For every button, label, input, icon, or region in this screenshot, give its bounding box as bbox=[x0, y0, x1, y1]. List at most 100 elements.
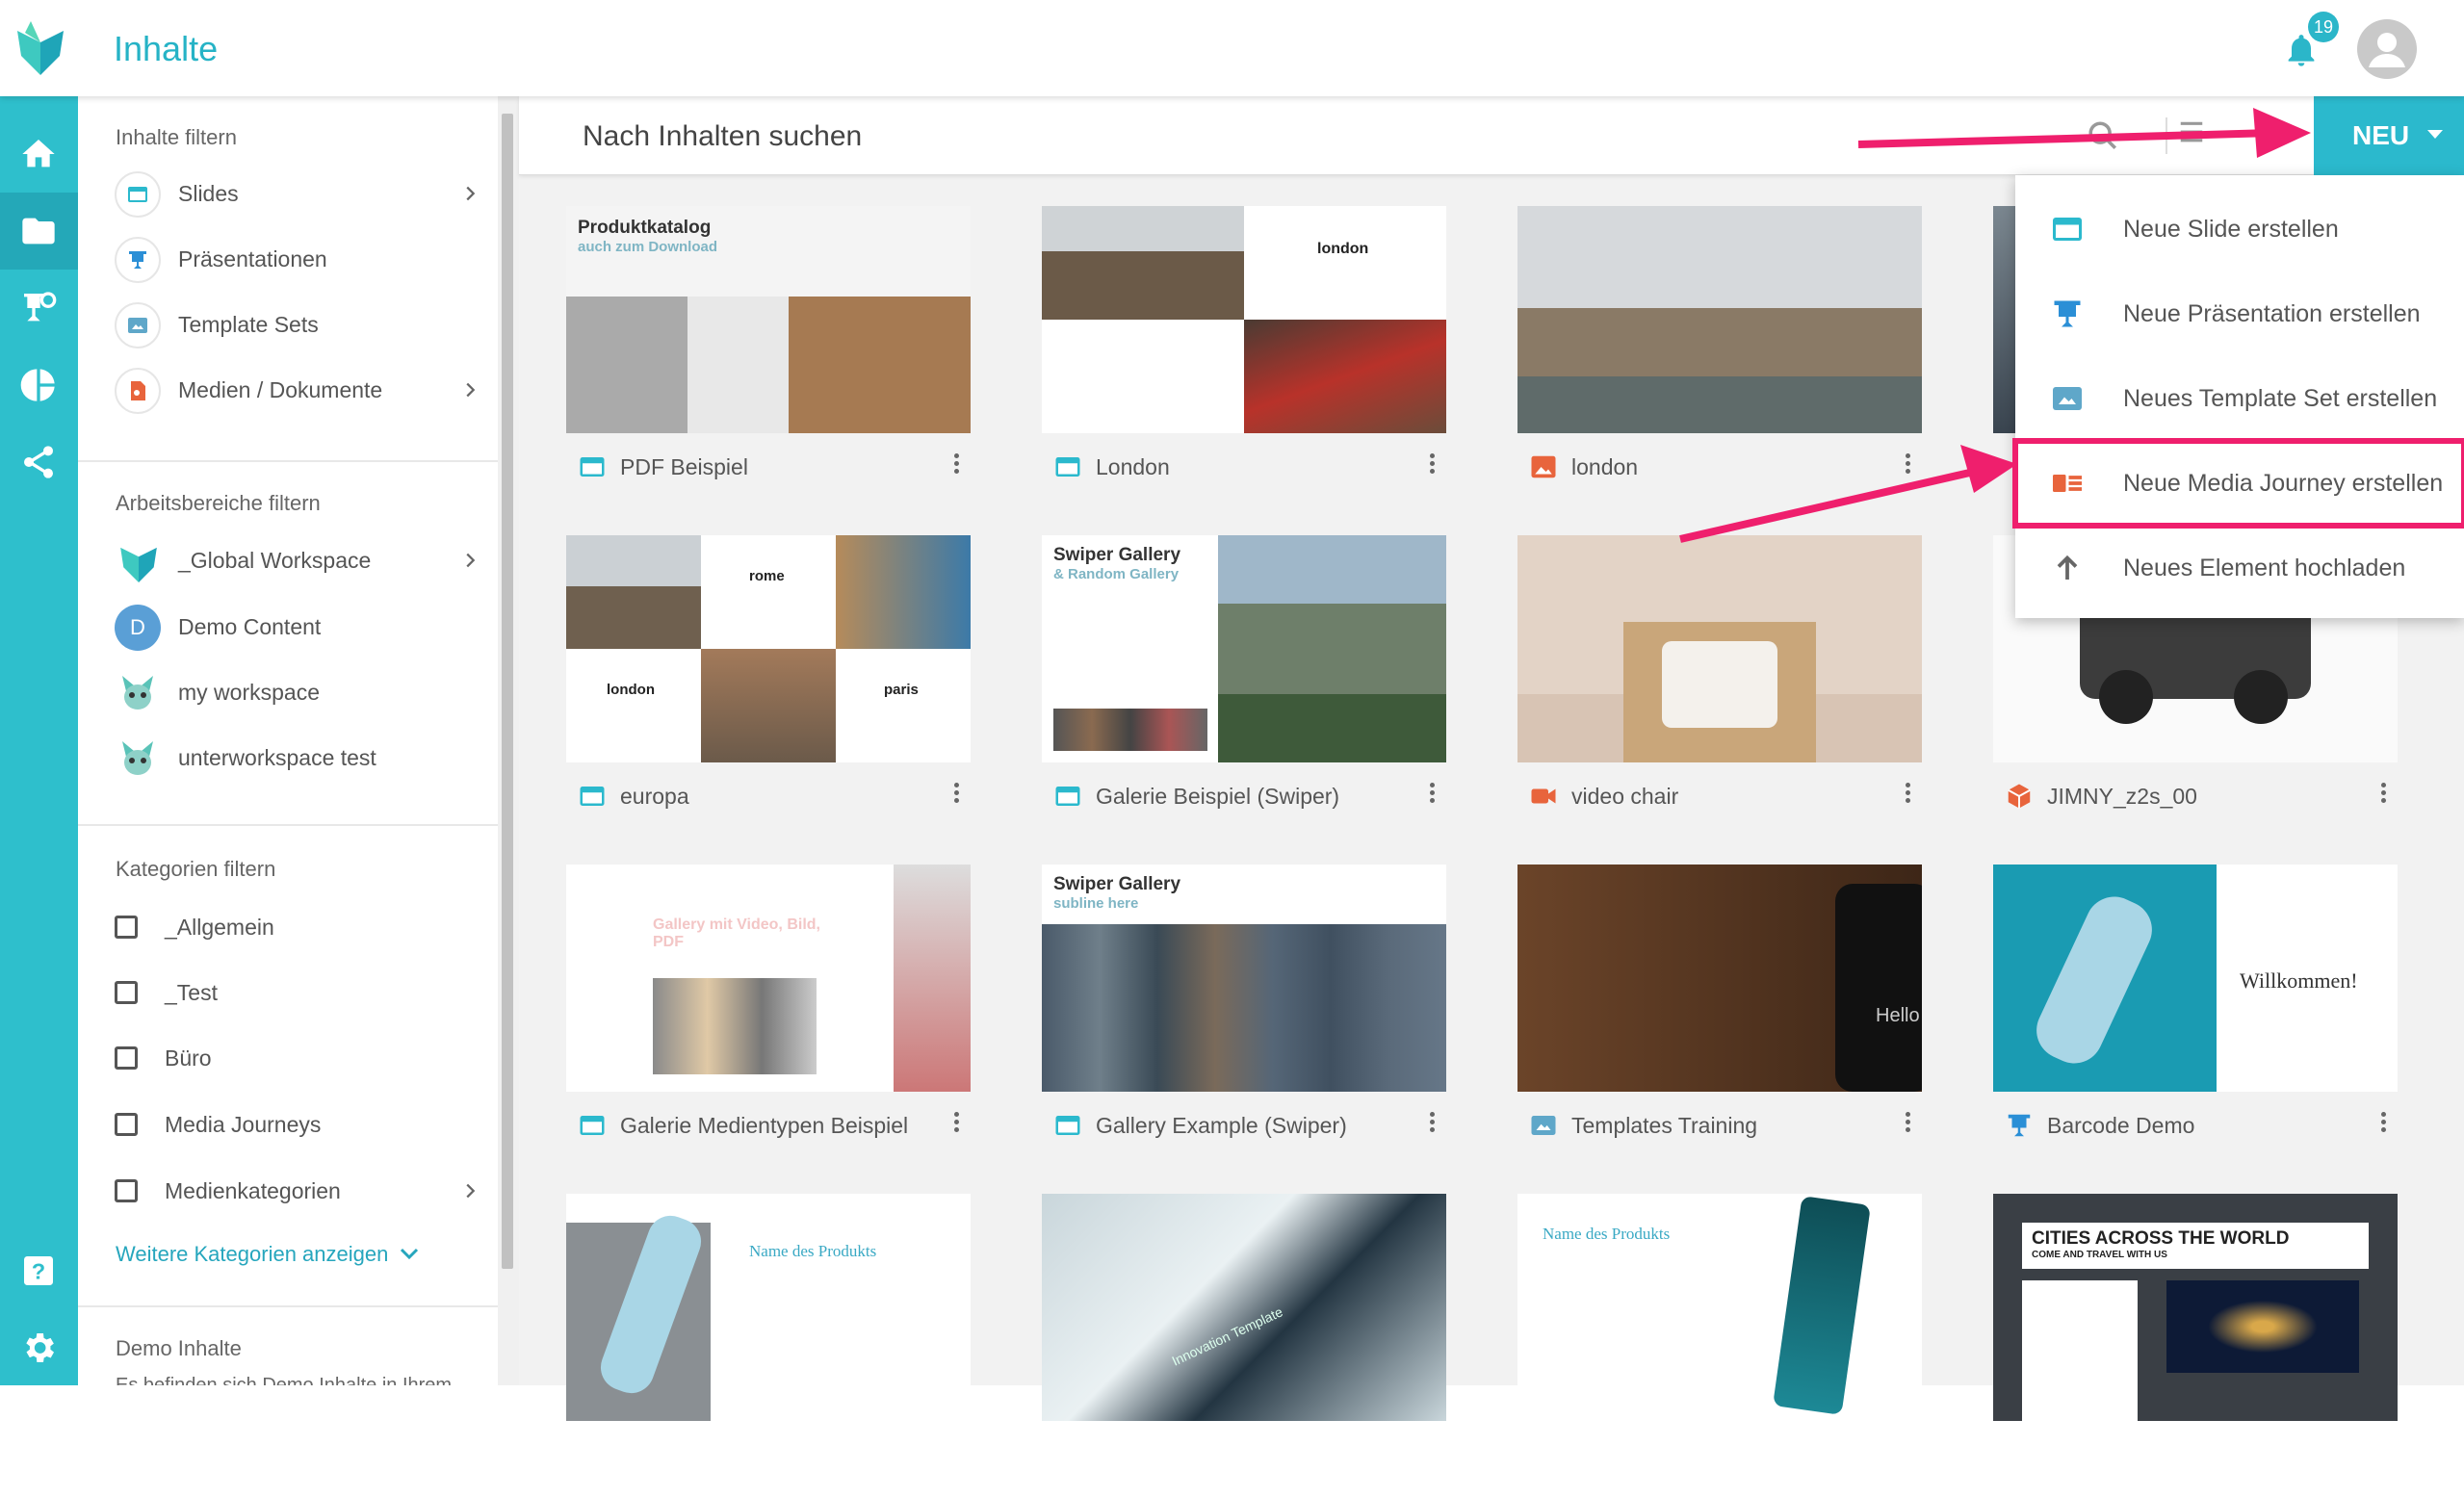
category-media-journeys[interactable]: Media Journeys bbox=[115, 1098, 480, 1152]
more-categories-link[interactable]: Weitere Kategorien anzeigen bbox=[116, 1242, 419, 1267]
content-card[interactable]: Hello Templates Training bbox=[1517, 865, 1922, 1168]
thumb-title: Willkommen! bbox=[2240, 968, 2358, 993]
london-image bbox=[566, 535, 701, 649]
content-card[interactable]: video chair bbox=[1517, 535, 1922, 839]
nav-presentations[interactable] bbox=[0, 270, 78, 347]
menu-new-media-journey[interactable]: Neue Media Journey erstellen bbox=[2012, 438, 2464, 529]
card-meta: JIMNY_z2s_00 bbox=[1993, 762, 2398, 839]
new-dropdown-menu: Neue Slide erstellen Neue Präsentation e… bbox=[2012, 175, 2464, 618]
more-options-icon[interactable] bbox=[1901, 780, 1914, 813]
caret-down-icon bbox=[2427, 130, 2443, 139]
image-icon bbox=[1531, 455, 1556, 478]
nav-home[interactable] bbox=[0, 116, 78, 193]
chevron-right-icon bbox=[466, 186, 476, 201]
menu-new-template-set[interactable]: Neues Template Set erstellen bbox=[2015, 356, 2464, 441]
nav-rail: ? bbox=[0, 96, 78, 1385]
demo-heading: Demo Inhalte bbox=[116, 1336, 242, 1360]
content-card[interactable]: london London bbox=[1042, 206, 1446, 509]
divider bbox=[78, 1305, 498, 1307]
content-card[interactable]: Name des Produkts bbox=[1517, 1194, 1922, 1497]
rome-image bbox=[701, 649, 836, 762]
menu-new-presentation[interactable]: Neue Präsentation erstellen bbox=[2015, 271, 2464, 356]
nav-settings[interactable] bbox=[0, 1309, 78, 1386]
workspace-label: my workspace bbox=[178, 680, 320, 705]
filter-media[interactable]: Medien / Dokumente bbox=[115, 364, 480, 418]
more-options-icon[interactable] bbox=[2376, 780, 2390, 813]
night-map-image bbox=[2166, 1280, 2359, 1373]
more-options-icon[interactable] bbox=[1425, 451, 1439, 483]
presentation-icon bbox=[2054, 300, 2081, 327]
thumb-title: Name des Produkts bbox=[749, 1242, 877, 1260]
more-options-icon[interactable] bbox=[1425, 1109, 1439, 1142]
menu-upload-element[interactable]: Neues Element hochladen bbox=[2015, 526, 2464, 610]
3d-object-icon bbox=[2008, 784, 2031, 809]
filter-template-sets[interactable]: Template Sets bbox=[115, 298, 480, 352]
checkbox[interactable] bbox=[115, 1046, 138, 1070]
card-title: London bbox=[1096, 454, 1170, 479]
nav-help[interactable]: ? bbox=[0, 1232, 78, 1309]
search-input[interactable] bbox=[581, 116, 2025, 158]
checkbox[interactable] bbox=[115, 1179, 138, 1202]
more-options-icon[interactable] bbox=[949, 1109, 963, 1142]
bus-image bbox=[1244, 320, 1446, 433]
checkbox[interactable] bbox=[115, 1113, 138, 1136]
more-options-icon[interactable] bbox=[1901, 451, 1914, 483]
nav-share[interactable] bbox=[0, 424, 78, 501]
workspace-global[interactable]: _Global Workspace bbox=[115, 534, 480, 588]
more-options-icon[interactable] bbox=[949, 780, 963, 813]
content-card[interactable]: london bbox=[1517, 206, 1922, 509]
nav-analytics[interactable] bbox=[0, 347, 78, 424]
filter-slides[interactable]: Slides bbox=[115, 168, 480, 221]
search-icon[interactable] bbox=[2087, 119, 2119, 152]
card-thumbnail: Willkommen! bbox=[1993, 865, 2398, 1092]
settings-icon bbox=[26, 1333, 55, 1362]
content-card[interactable]: Produktkatalog auch zum Download PDF Bei… bbox=[566, 206, 971, 509]
new-button[interactable]: NEU bbox=[2314, 96, 2464, 175]
content-card[interactable]: Willkommen! Barcode Demo bbox=[1993, 865, 2398, 1168]
top-bar: Inhalte 19 bbox=[0, 0, 2464, 96]
content-card[interactable]: rome london paris europa bbox=[566, 535, 971, 839]
content-card[interactable]: CITIES ACROSS THE WORLD COME AND TRAVEL … bbox=[1993, 1194, 2398, 1497]
presentation-icon bbox=[2008, 1114, 2031, 1137]
content-card[interactable]: Swiper Gallery & Random Gallery Galerie … bbox=[1042, 535, 1446, 839]
content-card[interactable]: Name des Produkts bbox=[566, 1194, 971, 1497]
workspace-demo-content[interactable]: D Demo Content bbox=[115, 601, 480, 655]
app-logo[interactable] bbox=[17, 21, 64, 75]
menu-new-slide[interactable]: Neue Slide erstellen bbox=[2015, 187, 2464, 271]
user-avatar[interactable] bbox=[2357, 19, 2417, 79]
list-view-toggle[interactable] bbox=[2166, 117, 2208, 154]
slide-icon bbox=[580, 457, 605, 477]
menu-label: Neue Media Journey erstellen bbox=[2123, 470, 2444, 497]
workspace-my-workspace[interactable]: my workspace bbox=[115, 666, 480, 720]
big-ben-image bbox=[1042, 206, 1244, 320]
workspace-logo-icon bbox=[120, 547, 157, 582]
more-options-icon[interactable] bbox=[1901, 1109, 1914, 1142]
workspace-unterworkspace[interactable]: unterworkspace test bbox=[115, 732, 480, 786]
template-icon bbox=[2053, 387, 2082, 410]
more-options-icon[interactable] bbox=[949, 451, 963, 483]
nav-content[interactable] bbox=[0, 193, 78, 270]
menu-label: Neues Template Set erstellen bbox=[2123, 385, 2438, 412]
filter-scroll-thumb[interactable] bbox=[502, 114, 513, 1269]
thumb-label: london bbox=[607, 682, 655, 698]
demo-text: Es befinden sich Demo Inhalte in Ihrem bbox=[116, 1375, 453, 1385]
more-options-icon[interactable] bbox=[1425, 780, 1439, 813]
thumb-title: Gallery mit Video, Bild, PDF bbox=[653, 916, 820, 950]
city-strip-image bbox=[1042, 924, 1446, 1092]
gallery-tiles bbox=[653, 978, 817, 1074]
category-allgemein[interactable]: _Allgemein bbox=[115, 901, 480, 955]
category-label: Büro bbox=[165, 1045, 212, 1071]
more-options-icon[interactable] bbox=[2376, 1109, 2390, 1142]
checkbox[interactable] bbox=[115, 981, 138, 1004]
category-medienkategorien[interactable]: Medienkategorien bbox=[115, 1165, 480, 1219]
card-thumbnail: Hello bbox=[1517, 865, 1922, 1092]
thumb-title: Hello bbox=[1876, 1005, 1920, 1026]
content-card[interactable]: Innovation Template bbox=[1042, 1194, 1446, 1497]
menu-label: Neues Element hochladen bbox=[2123, 555, 2406, 581]
checkbox[interactable] bbox=[115, 916, 138, 939]
category-test[interactable]: _Test bbox=[115, 967, 480, 1020]
content-card[interactable]: Gallery mit Video, Bild, PDF Galerie Med… bbox=[566, 865, 971, 1168]
filter-presentations[interactable]: Präsentationen bbox=[115, 233, 480, 287]
category-buero[interactable]: Büro bbox=[115, 1032, 480, 1086]
content-card[interactable]: Swiper Gallery subline here Gallery Exam… bbox=[1042, 865, 1446, 1168]
